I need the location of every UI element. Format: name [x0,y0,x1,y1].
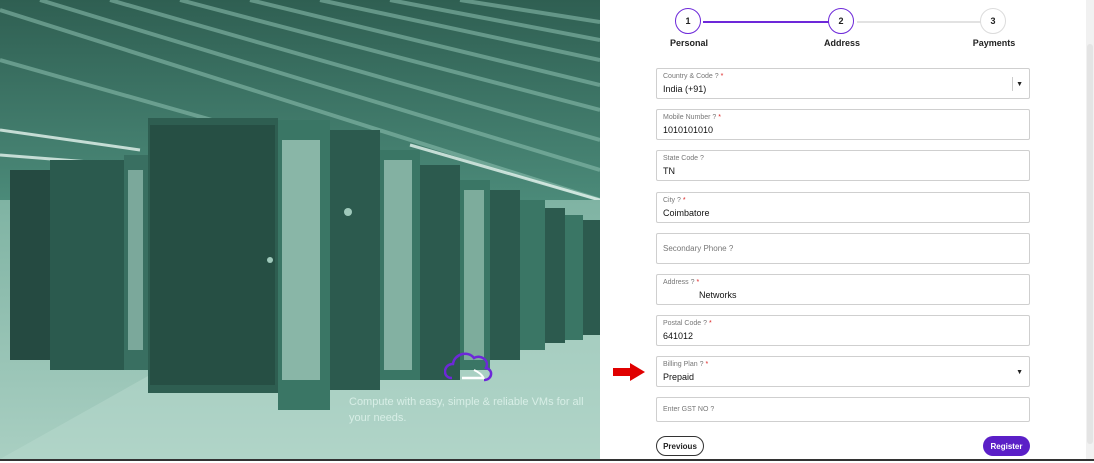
step-label: Payments [972,38,1016,48]
field-placeholder: Enter GST NO [663,406,709,413]
step-number: 3 [980,8,1006,34]
hero-image: Compute with easy, simple & reliable VMs… [0,0,600,459]
step-number: 1 [675,8,701,34]
registration-form-panel: 1 Personal 2 Address 3 Payments Country … [600,0,1094,463]
help-icon: ? [699,155,704,162]
billing-plan-select[interactable]: Billing Plan ? * Prepaid ▼ [656,356,1030,387]
field-value: Coimbatore [663,208,710,218]
step-number: 2 [828,8,854,34]
required-mark: * [705,361,709,368]
address-field[interactable]: Address ? * Networks [656,274,1030,305]
field-value: Networks [699,290,737,300]
required-mark: * [720,73,724,80]
field-value: TN [663,166,675,176]
annotation-arrow-icon [613,363,645,386]
city-field[interactable]: City ? * Coimbatore [656,192,1030,223]
country-code-select[interactable]: Country & Code ? * India (+91) ▼ [656,68,1030,99]
help-icon: ? [690,279,695,286]
step-personal[interactable]: 1 Personal [670,8,708,48]
field-label: Address [663,279,689,286]
required-mark: * [682,197,686,204]
required-mark: * [708,320,712,327]
help-icon: ? [677,197,681,204]
field-label: State Code [663,155,699,162]
field-label: Billing Plan [663,361,698,368]
progress-stepper: 1 Personal 2 Address 3 Payments [670,8,1015,50]
field-label: Country & Code [663,73,713,80]
field-value: 1010101010 [663,125,714,135]
state-code-field[interactable]: State Code ? TN [656,150,1030,181]
stepper-line-pending [857,21,981,23]
select-divider [1012,77,1013,91]
datacenter-illustration [0,0,600,459]
field-label: Postal Code [663,320,702,327]
stepper-line-completed [703,21,829,23]
step-address[interactable]: 2 Address [824,8,860,48]
step-payments[interactable]: 3 Payments [973,8,1015,48]
help-icon: ? [728,244,734,253]
field-label: City [663,197,676,204]
step-label: Address [823,38,861,48]
chevron-down-icon[interactable]: ▼ [1016,369,1023,376]
scrollbar[interactable] [1086,0,1094,459]
help-icon: ? [714,73,719,80]
bottom-divider [0,459,1094,461]
gst-number-field[interactable]: Enter GST NO ? [656,397,1030,422]
help-icon: ? [703,320,707,327]
postal-code-field[interactable]: Postal Code ? * 641012 [656,315,1030,346]
hero-caption: Compute with easy, simple & reliable VMs… [349,396,584,424]
field-value: Prepaid [663,372,695,382]
help-icon: ? [712,114,717,121]
required-mark: * [696,279,700,286]
register-button[interactable]: Register [983,436,1030,456]
previous-button[interactable]: Previous [656,436,704,456]
field-label: Mobile Number [663,114,711,121]
mobile-number-field[interactable]: Mobile Number ? * 1010101010 [656,109,1030,140]
required-mark: * [718,114,722,121]
help-icon: ? [710,406,715,413]
field-value: India (+91) [663,84,707,94]
help-icon: ? [699,361,704,368]
field-placeholder: Secondary Phone [663,244,727,253]
chevron-down-icon[interactable]: ▼ [1016,81,1023,88]
field-value: 641012 [663,331,694,341]
secondary-phone-field[interactable]: Secondary Phone ? [656,233,1030,264]
scrollbar-thumb[interactable] [1087,44,1093,444]
step-label: Personal [669,38,709,48]
